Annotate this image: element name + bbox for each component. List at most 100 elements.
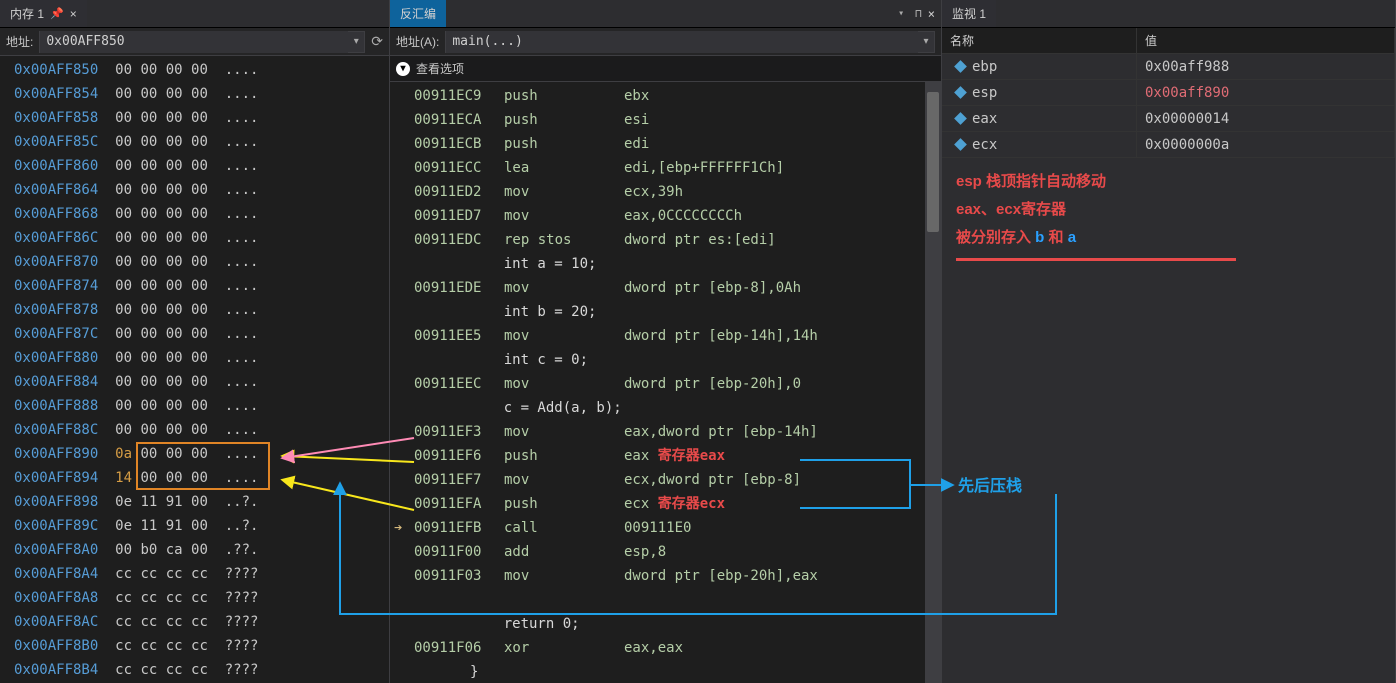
disasm-line[interactable]: 00911EECmovdword ptr [ebp-20h],0 (394, 372, 941, 396)
watch-row[interactable]: eax0x00000014 (942, 106, 1395, 132)
memory-row[interactable]: 0x00AFF890 0a 00 00 00 .... (14, 442, 389, 466)
disassembly-panel: 反汇编 ▾ ⊓ × 地址(A): ▾ ▾ 查看选项 00911EC9pusheb… (390, 0, 942, 683)
disasm-line[interactable]: 00911EF3moveax,dword ptr [ebp-14h] (394, 420, 941, 444)
memory-address-combo[interactable]: ▾ (39, 31, 365, 53)
disasm-tab-label: 反汇编 (400, 5, 436, 22)
disasm-line[interactable] (394, 588, 941, 612)
disasm-address-bar: 地址(A): ▾ (390, 28, 941, 56)
window-menu-icon[interactable]: ▾ (893, 8, 909, 19)
watch-panel: 监视 1 名称 值 ebp0x00aff988esp0x00aff890eax0… (942, 0, 1396, 683)
close-icon[interactable]: × (928, 7, 935, 21)
address-label: 地址(A): (396, 33, 439, 50)
disasm-line[interactable]: 00911EDEmovdword ptr [ebp-8],0Ah (394, 276, 941, 300)
note-text: 被分别存入 (956, 229, 1035, 246)
note-text: eax、ecx寄存器 (956, 196, 1381, 224)
disasm-line[interactable]: 00911ECApushesi (394, 108, 941, 132)
note-text: 栈顶指针自动移动 (982, 173, 1106, 190)
memory-tab[interactable]: 内存 1 📌 × (0, 0, 87, 27)
refresh-icon[interactable]: ⟳ (371, 33, 383, 50)
disasm-line[interactable]: 00911EE5movdword ptr [ebp-14h],14h (394, 324, 941, 348)
source-line[interactable]: } (394, 660, 941, 683)
watch-tab-strip: 监视 1 (942, 0, 1395, 28)
source-line[interactable]: int c = 0; (394, 348, 941, 372)
disasm-address-input[interactable] (446, 31, 918, 53)
watch-tab-label: 监视 1 (952, 5, 986, 22)
disasm-line[interactable]: 00911EDCrep stosdword ptr es:[edi] (394, 228, 941, 252)
memory-row[interactable]: 0x00AFF858 00 00 00 00 .... (14, 106, 389, 130)
chevron-down-icon[interactable]: ▾ (918, 36, 934, 47)
memory-row[interactable]: 0x00AFF8B4 cc cc cc cc ???? (14, 658, 389, 682)
chevron-down-icon[interactable]: ▾ (348, 36, 364, 47)
note-text: b (1035, 229, 1044, 246)
memory-row[interactable]: 0x00AFF8A0 00 b0 ca 00 .??. (14, 538, 389, 562)
watch-row[interactable]: ebp0x00aff988 (942, 54, 1395, 80)
memory-row[interactable]: 0x00AFF8AC cc cc cc cc ???? (14, 610, 389, 634)
disasm-line[interactable]: 00911EF7movecx,dword ptr [ebp-8] (394, 468, 941, 492)
memory-row[interactable]: 0x00AFF898 0e 11 91 00 ..?. (14, 490, 389, 514)
memory-row[interactable]: 0x00AFF8A4 cc cc cc cc ???? (14, 562, 389, 586)
memory-row[interactable]: 0x00AFF8B0 cc cc cc cc ???? (14, 634, 389, 658)
memory-row[interactable]: 0x00AFF8A8 cc cc cc cc ???? (14, 586, 389, 610)
source-line[interactable]: c = Add(a, b); (394, 396, 941, 420)
disasm-scroll-area[interactable]: 00911EC9pushebx00911ECApushesi00911ECBpu… (390, 82, 941, 683)
disasm-line[interactable]: 00911F06xoreax,eax (394, 636, 941, 660)
view-options-label: 查看选项 (416, 60, 464, 77)
memory-row[interactable]: 0x00AFF884 00 00 00 00 .... (14, 370, 389, 394)
watch-row[interactable]: ecx0x0000000a (942, 132, 1395, 158)
disasm-tab-strip: 反汇编 ▾ ⊓ × (390, 0, 941, 28)
memory-row[interactable]: 0x00AFF874 00 00 00 00 .... (14, 274, 389, 298)
disasm-line[interactable]: 00911ED7moveax,0CCCCCCCCh (394, 204, 941, 228)
disasm-line[interactable]: 00911F03movdword ptr [ebp-20h],eax (394, 564, 941, 588)
disasm-line[interactable]: ➔00911EFBcall009111E0 (394, 516, 941, 540)
disasm-line[interactable]: 00911ED2movecx,39h (394, 180, 941, 204)
window-actions: ▾ ⊓ × (893, 0, 941, 27)
disasm-line[interactable]: 00911EF6pusheax 寄存器eax (394, 444, 941, 468)
disasm-line[interactable]: 00911ECCleaedi,[ebp+FFFFFF1Ch] (394, 156, 941, 180)
watch-col-name[interactable]: 名称 (942, 28, 1137, 53)
memory-panel: 内存 1 📌 × 地址: ▾ ⟳ 0x00AFF850 00 00 00 00 … (0, 0, 390, 683)
disasm-line[interactable]: 00911EFApushecx 寄存器ecx (394, 492, 941, 516)
memory-address-bar: 地址: ▾ ⟳ (0, 28, 389, 56)
memory-row[interactable]: 0x00AFF87C 00 00 00 00 .... (14, 322, 389, 346)
watch-row[interactable]: esp0x00aff890 (942, 80, 1395, 106)
memory-address-input[interactable] (40, 31, 348, 53)
memory-row[interactable]: 0x00AFF86C 00 00 00 00 .... (14, 226, 389, 250)
memory-row[interactable]: 0x00AFF860 00 00 00 00 .... (14, 154, 389, 178)
address-label: 地址: (6, 33, 33, 50)
source-line[interactable]: int a = 10; (394, 252, 941, 276)
memory-tab-strip: 内存 1 📌 × (0, 0, 389, 28)
disasm-line[interactable]: 00911EC9pushebx (394, 84, 941, 108)
memory-row[interactable]: 0x00AFF85C 00 00 00 00 .... (14, 130, 389, 154)
memory-row[interactable]: 0x00AFF878 00 00 00 00 .... (14, 298, 389, 322)
memory-row[interactable]: 0x00AFF894 14 00 00 00 .... (14, 466, 389, 490)
memory-row[interactable]: 0x00AFF870 00 00 00 00 .... (14, 250, 389, 274)
watch-header: 名称 值 (942, 28, 1395, 54)
watch-rows: ebp0x00aff988esp0x00aff890eax0x00000014e… (942, 54, 1395, 158)
watch-col-value[interactable]: 值 (1137, 28, 1395, 53)
note-text: esp (956, 173, 982, 190)
source-line[interactable]: return 0; (394, 612, 941, 636)
disasm-address-combo[interactable]: ▾ (445, 31, 935, 53)
memory-row[interactable]: 0x00AFF868 00 00 00 00 .... (14, 202, 389, 226)
watch-tab[interactable]: 监视 1 (942, 0, 996, 27)
watch-annotation: esp 栈顶指针自动移动 eax、ecx寄存器 被分别存入 b 和 a (942, 158, 1395, 271)
disasm-view-options[interactable]: ▾ 查看选项 (390, 56, 941, 82)
source-line[interactable]: int b = 20; (394, 300, 941, 324)
expand-icon[interactable]: ▾ (396, 62, 410, 76)
memory-row[interactable]: 0x00AFF854 00 00 00 00 .... (14, 82, 389, 106)
scrollbar-thumb[interactable] (927, 92, 939, 232)
pin-icon[interactable]: ⊓ (915, 7, 922, 20)
memory-row[interactable]: 0x00AFF864 00 00 00 00 .... (14, 178, 389, 202)
memory-row[interactable]: 0x00AFF888 00 00 00 00 .... (14, 394, 389, 418)
pin-icon[interactable]: 📌 (50, 7, 64, 20)
disasm-tab[interactable]: 反汇编 (390, 0, 446, 27)
close-icon[interactable]: × (70, 7, 77, 21)
disasm-line[interactable]: 00911F00addesp,8 (394, 540, 941, 564)
note-underline (956, 258, 1236, 261)
memory-row[interactable]: 0x00AFF850 00 00 00 00 .... (14, 58, 389, 82)
memory-row[interactable]: 0x00AFF880 00 00 00 00 .... (14, 346, 389, 370)
disasm-line[interactable]: 00911ECBpushedi (394, 132, 941, 156)
memory-row[interactable]: 0x00AFF88C 00 00 00 00 .... (14, 418, 389, 442)
memory-scroll-area[interactable]: 0x00AFF850 00 00 00 00 ....0x00AFF854 00… (0, 56, 389, 683)
memory-row[interactable]: 0x00AFF89C 0e 11 91 00 ..?. (14, 514, 389, 538)
